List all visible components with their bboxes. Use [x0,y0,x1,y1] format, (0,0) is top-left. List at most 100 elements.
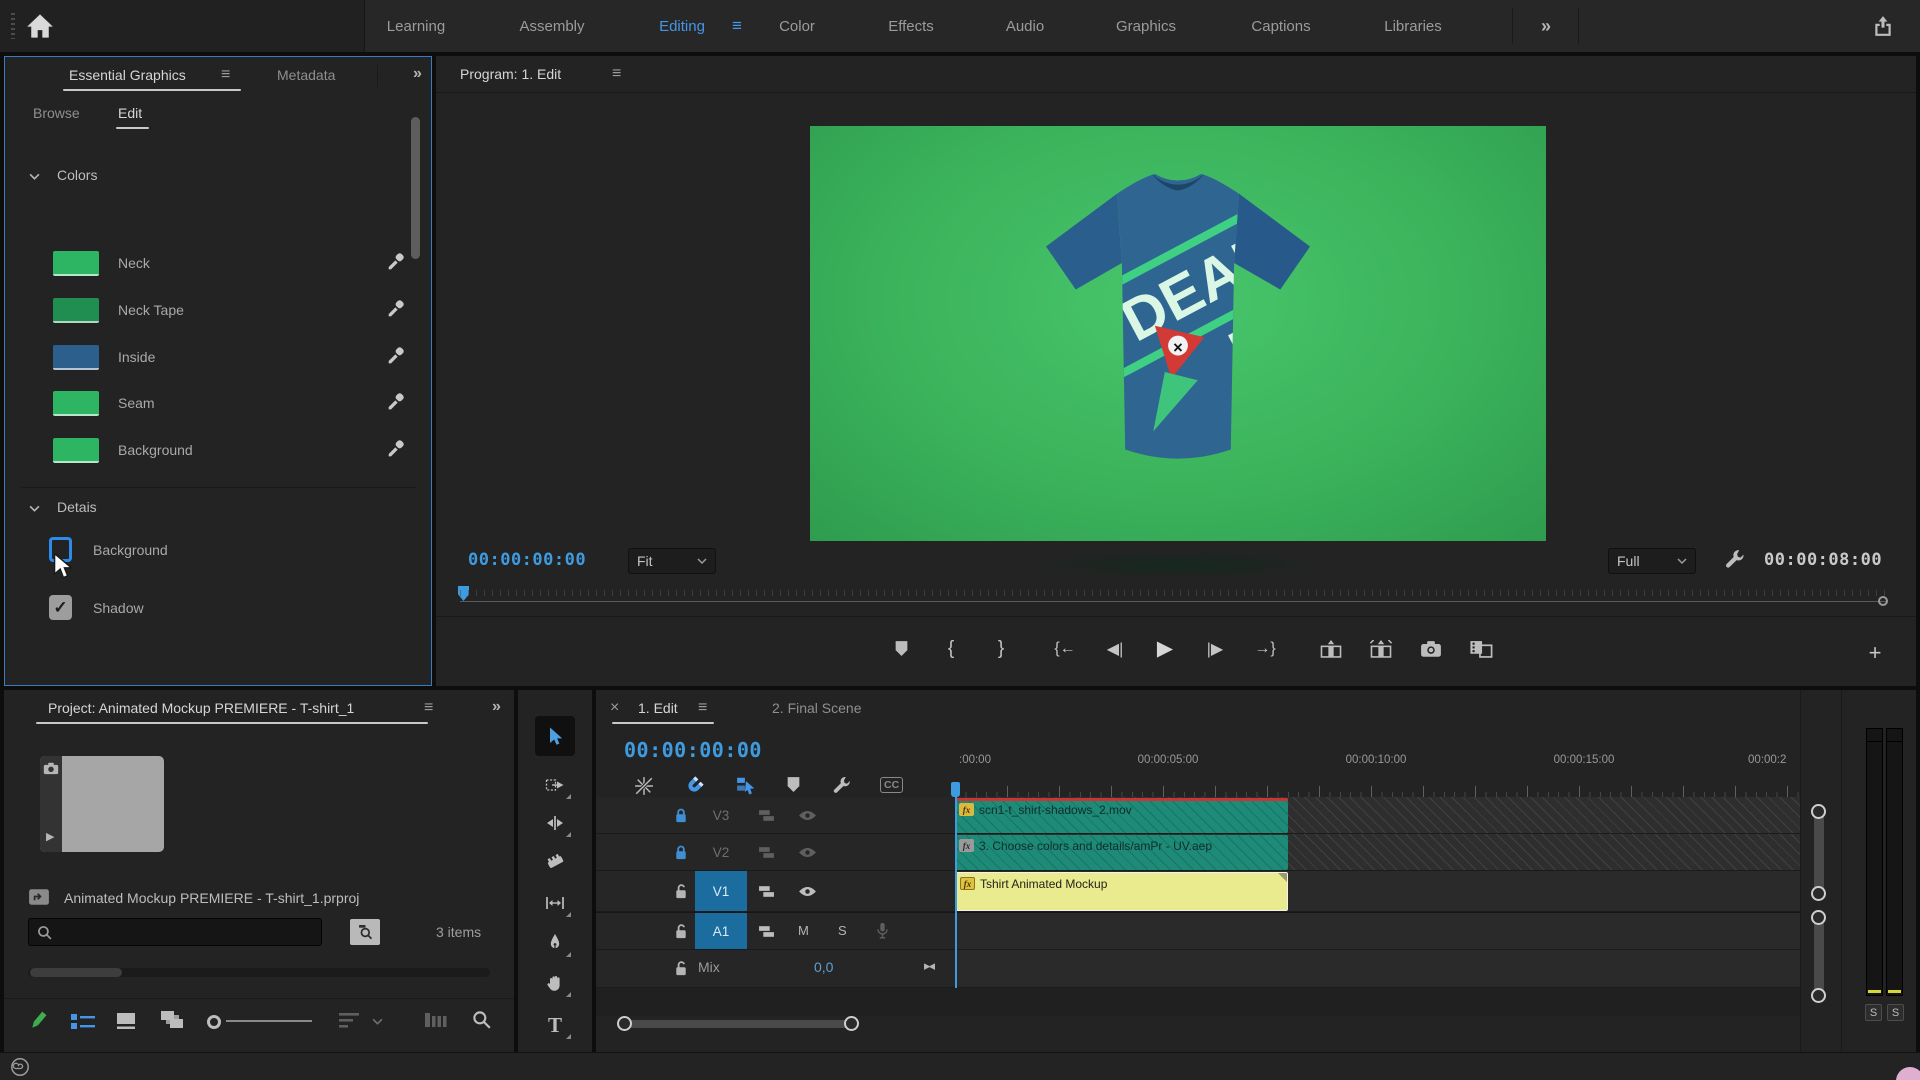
mix-track-label[interactable]: Mix [698,959,720,975]
color-swatch-seam[interactable] [53,391,99,416]
track-content-v3[interactable]: fx scn1-t_shirt-shadows_2.mov [955,797,1800,834]
clip-v1-tshirt-animated-mockup[interactable]: fx Tshirt Animated Mockup [955,872,1288,911]
workspace-tab-color[interactable]: Color [779,0,815,52]
eyedropper-icon[interactable] [387,253,405,271]
sort-chevron-icon[interactable] [372,1018,383,1025]
workspace-tab-libraries[interactable]: Libraries [1384,0,1442,52]
eyedropper-icon[interactable] [387,300,405,318]
mark-in-button[interactable]: { [936,638,966,660]
timeline-current-timecode[interactable]: 00:00:00:00 [624,738,762,762]
track-name-v2[interactable]: V2 [695,834,747,870]
track-output-eye-icon[interactable] [798,810,817,821]
workspace-overflow-icon[interactable]: » [1541,0,1551,52]
essential-graphics-panel-menu-icon[interactable]: ≡ [221,66,230,84]
project-hscroll-handle[interactable] [30,968,122,977]
clip-v2-aep[interactable]: fx 3. Choose colors and details/amPr - U… [955,835,1288,870]
eyedropper-icon[interactable] [387,347,405,365]
share-export-icon[interactable] [1872,15,1894,37]
workspace-tab-audio[interactable]: Audio [1006,0,1044,52]
track-output-eye-icon[interactable] [798,847,817,858]
details-section-header[interactable]: Detais [57,499,97,515]
timeline-hzoom-bar[interactable] [624,1020,851,1028]
folder-up-icon[interactable] [28,888,50,906]
track-content-mix[interactable] [955,950,1800,988]
workspace-tab-assembly[interactable]: Assembly [519,0,584,52]
sequence-tab-1-edit[interactable]: 1. Edit [638,700,678,716]
lock-closed-icon[interactable] [674,807,688,824]
icon-view-icon[interactable] [116,1012,136,1030]
workspace-tab-effects[interactable]: Effects [888,0,934,52]
color-swatch-inside[interactable] [53,345,99,370]
project-panel-overflow-icon[interactable]: » [492,698,501,716]
timeline-ruler[interactable]: :00:00 00:00:05:00 00:00:10:00 00:00:15:… [955,734,1800,800]
subtab-browse[interactable]: Browse [33,105,80,121]
nest-sequences-icon[interactable] [634,776,654,796]
program-current-timecode[interactable]: 00:00:00:00 [468,550,586,570]
project-panel-menu-icon[interactable]: ≡ [424,699,433,717]
poster-frame-camera-icon[interactable] [43,762,59,775]
track-name-v3[interactable]: V3 [695,797,747,833]
track-select-forward-tool[interactable] [535,768,575,802]
add-marker-button[interactable] [886,640,916,657]
tab-metadata[interactable]: Metadata [277,67,335,83]
lift-button[interactable] [1316,640,1346,658]
program-seekbar-track[interactable] [460,601,1886,602]
track-resize-handle[interactable] [1811,886,1826,901]
track-output-eye-icon[interactable] [798,886,817,897]
track-resize-handle[interactable] [1811,910,1826,925]
go-to-out-button[interactable]: →} [1250,640,1280,658]
track-name-a1[interactable]: A1 [695,913,747,949]
lock-closed-icon[interactable] [674,844,688,861]
step-back-button[interactable]: ◀| [1100,639,1130,659]
play-button[interactable]: ▶ [1150,636,1180,661]
ripple-edit-tool[interactable] [535,806,575,840]
drag-handle[interactable] [11,13,15,39]
selection-tool[interactable] [535,716,575,756]
home-icon[interactable] [26,13,54,39]
colors-section-header[interactable]: Colors [57,167,97,183]
voiceover-mic-icon[interactable] [876,922,889,940]
sync-lock-icon[interactable] [758,925,775,938]
keyframe-nav-icon[interactable]: ▸◂ [924,958,933,974]
snap-magnet-icon[interactable] [684,775,705,796]
colors-section-chevron-icon[interactable] [29,173,40,180]
timeline-settings-wrench-icon[interactable] [832,775,852,795]
workspace-menu-icon[interactable]: ≡ [732,0,742,52]
lock-open-icon[interactable] [674,960,688,977]
tab-essential-graphics[interactable]: Essential Graphics [69,67,186,83]
freeform-view-icon[interactable] [160,1010,184,1030]
meter-solo-right-button[interactable]: S [1887,1004,1904,1021]
sort-icon[interactable] [338,1012,360,1029]
go-to-in-button[interactable]: {← [1050,640,1080,658]
mix-volume-value[interactable]: 0,0 [814,959,833,975]
search-bin-button[interactable] [350,919,380,945]
hand-tool[interactable] [535,966,575,1000]
eyedropper-icon[interactable] [387,440,405,458]
project-filename[interactable]: Animated Mockup PREMIERE - T-shirt_1.prp… [64,890,359,906]
track-content-v1[interactable]: fx Tshirt Animated Mockup [955,871,1800,912]
shadow-checkbox[interactable]: ✓ [49,595,72,620]
extract-button[interactable] [1366,640,1396,658]
track-resize-handle[interactable] [1811,988,1826,1003]
column-settings-icon[interactable] [424,1011,448,1029]
sync-lock-icon[interactable] [758,885,775,898]
step-forward-button[interactable]: |▶ [1200,639,1230,659]
zoom-slider-track[interactable] [226,1020,312,1022]
lock-open-icon[interactable] [674,883,688,900]
writable-pencil-icon[interactable] [28,1010,48,1032]
details-section-chevron-icon[interactable] [29,505,40,512]
vscroll-pill-video[interactable] [1814,808,1824,898]
solo-button[interactable]: S [838,923,847,938]
zoom-level-select[interactable]: Fit [628,548,716,574]
track-resize-handle[interactable] [1811,804,1826,819]
export-frame-camera-icon[interactable] [1416,640,1446,658]
mute-button[interactable]: M [798,923,809,938]
color-swatch-neck[interactable] [53,251,99,276]
meter-solo-left-button[interactable]: S [1865,1004,1882,1021]
creative-cloud-icon[interactable] [10,1057,30,1077]
timeline-hzoom-handle-right[interactable] [844,1016,859,1031]
type-tool[interactable]: T [535,1008,575,1042]
lock-open-icon[interactable] [674,923,688,940]
program-monitor-menu-icon[interactable]: ≡ [612,65,621,83]
preview-play-icon[interactable]: ▶ [46,830,54,843]
